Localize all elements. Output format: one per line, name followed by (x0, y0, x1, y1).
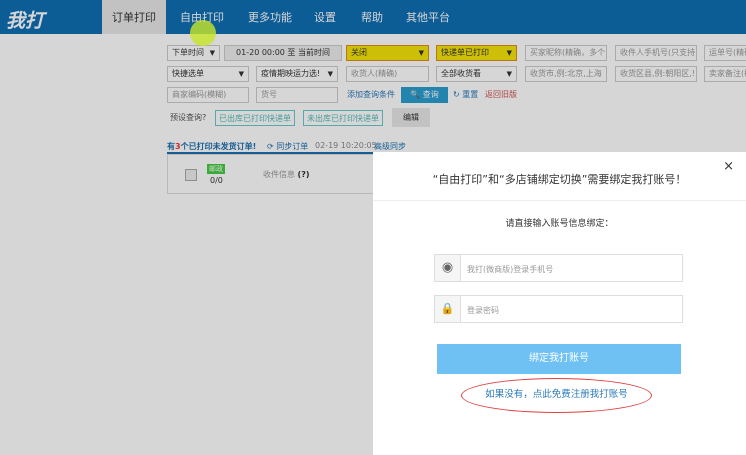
user-icon: ◉ (435, 255, 461, 281)
phone-input[interactable]: ◉ 我打(微商版)登录手机号 (434, 254, 683, 282)
cursor-icon (190, 20, 216, 46)
dialog-subtitle: 请直接输入账号信息绑定： (505, 219, 614, 229)
register-link[interactable]: 如果没有，点此免费注册我打账号 (461, 378, 652, 413)
password-input[interactable]: 🔒 登录密码 (434, 295, 683, 323)
placeholder: 登录密码 (467, 306, 499, 315)
bind-account-dialog: × “自由打印”和“多店铺绑定切换”需要绑定我打账号！ 请直接输入账号信息绑定：… (373, 152, 746, 455)
bind-account-button[interactable]: 绑定我打账号 (437, 344, 681, 374)
lock-icon: 🔒 (435, 296, 461, 322)
placeholder: 我打(微商版)登录手机号 (467, 265, 554, 274)
dialog-title: “自由打印”和“多店铺绑定切换”需要绑定我打账号！ (432, 173, 687, 186)
